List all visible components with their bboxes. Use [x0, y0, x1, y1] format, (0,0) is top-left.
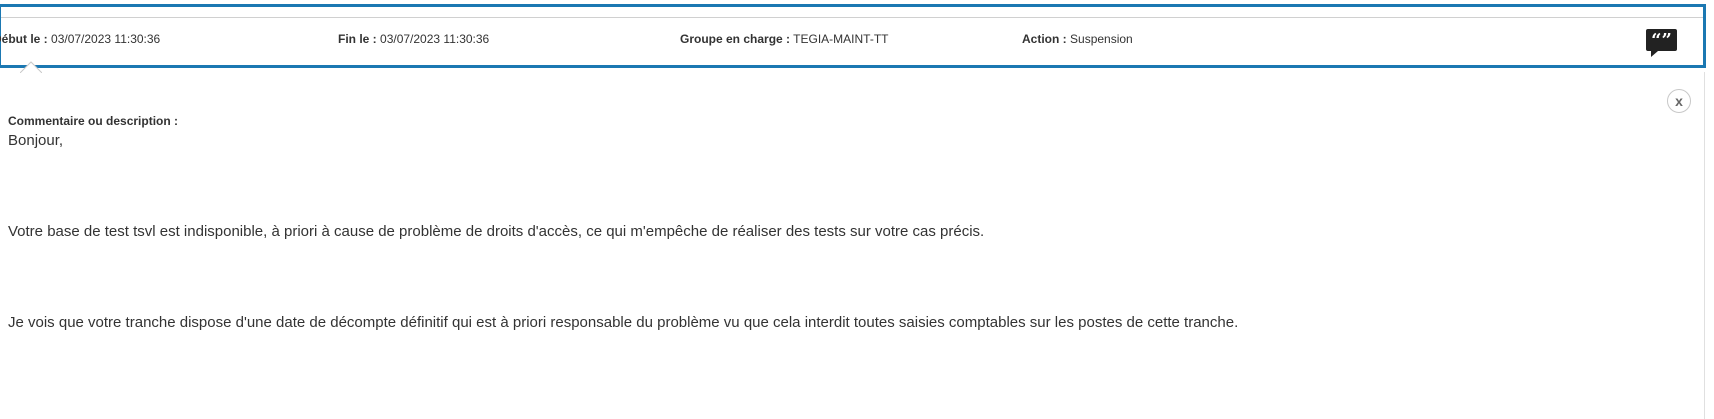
- fin-value: 03/07/2023 11:30:36: [380, 32, 490, 46]
- panel-right-border: [1704, 72, 1705, 419]
- groupe-field: Groupe en charge : TEGIA-MAINT-TT: [680, 32, 888, 46]
- quote-icon[interactable]: “”: [1646, 29, 1677, 57]
- debut-value: 03/07/2023 11:30:36: [51, 32, 161, 46]
- comment-paragraph: Je vois que votre tranche dispose d'une …: [8, 314, 1239, 331]
- debut-field: Début le : 03/07/2023 11:30:36: [0, 32, 160, 46]
- close-button[interactable]: x: [1667, 89, 1691, 113]
- debut-label: Début le :: [0, 32, 48, 46]
- top-rule: [0, 0, 1714, 3]
- fin-label: Fin le :: [338, 32, 377, 46]
- groupe-label: Groupe en charge :: [680, 32, 791, 46]
- action-value: Suspension: [1070, 32, 1133, 46]
- pointer-caret: [20, 61, 42, 73]
- header-divider: [1, 17, 1703, 18]
- svg-text:“”: “”: [1651, 30, 1672, 51]
- groupe-value: TEGIA-MAINT-TT: [793, 32, 889, 46]
- comment-paragraph: Votre base de test tsvl est indisponible…: [8, 223, 985, 240]
- action-label: Action :: [1022, 32, 1067, 46]
- comment-paragraph: Bonjour,: [8, 132, 64, 149]
- action-field: Action : Suspension: [1022, 32, 1133, 46]
- quote-icon-graphic: “”: [1646, 29, 1677, 57]
- fin-field: Fin le : 03/07/2023 11:30:36: [338, 32, 489, 46]
- comment-label: Commentaire ou description :: [8, 114, 179, 128]
